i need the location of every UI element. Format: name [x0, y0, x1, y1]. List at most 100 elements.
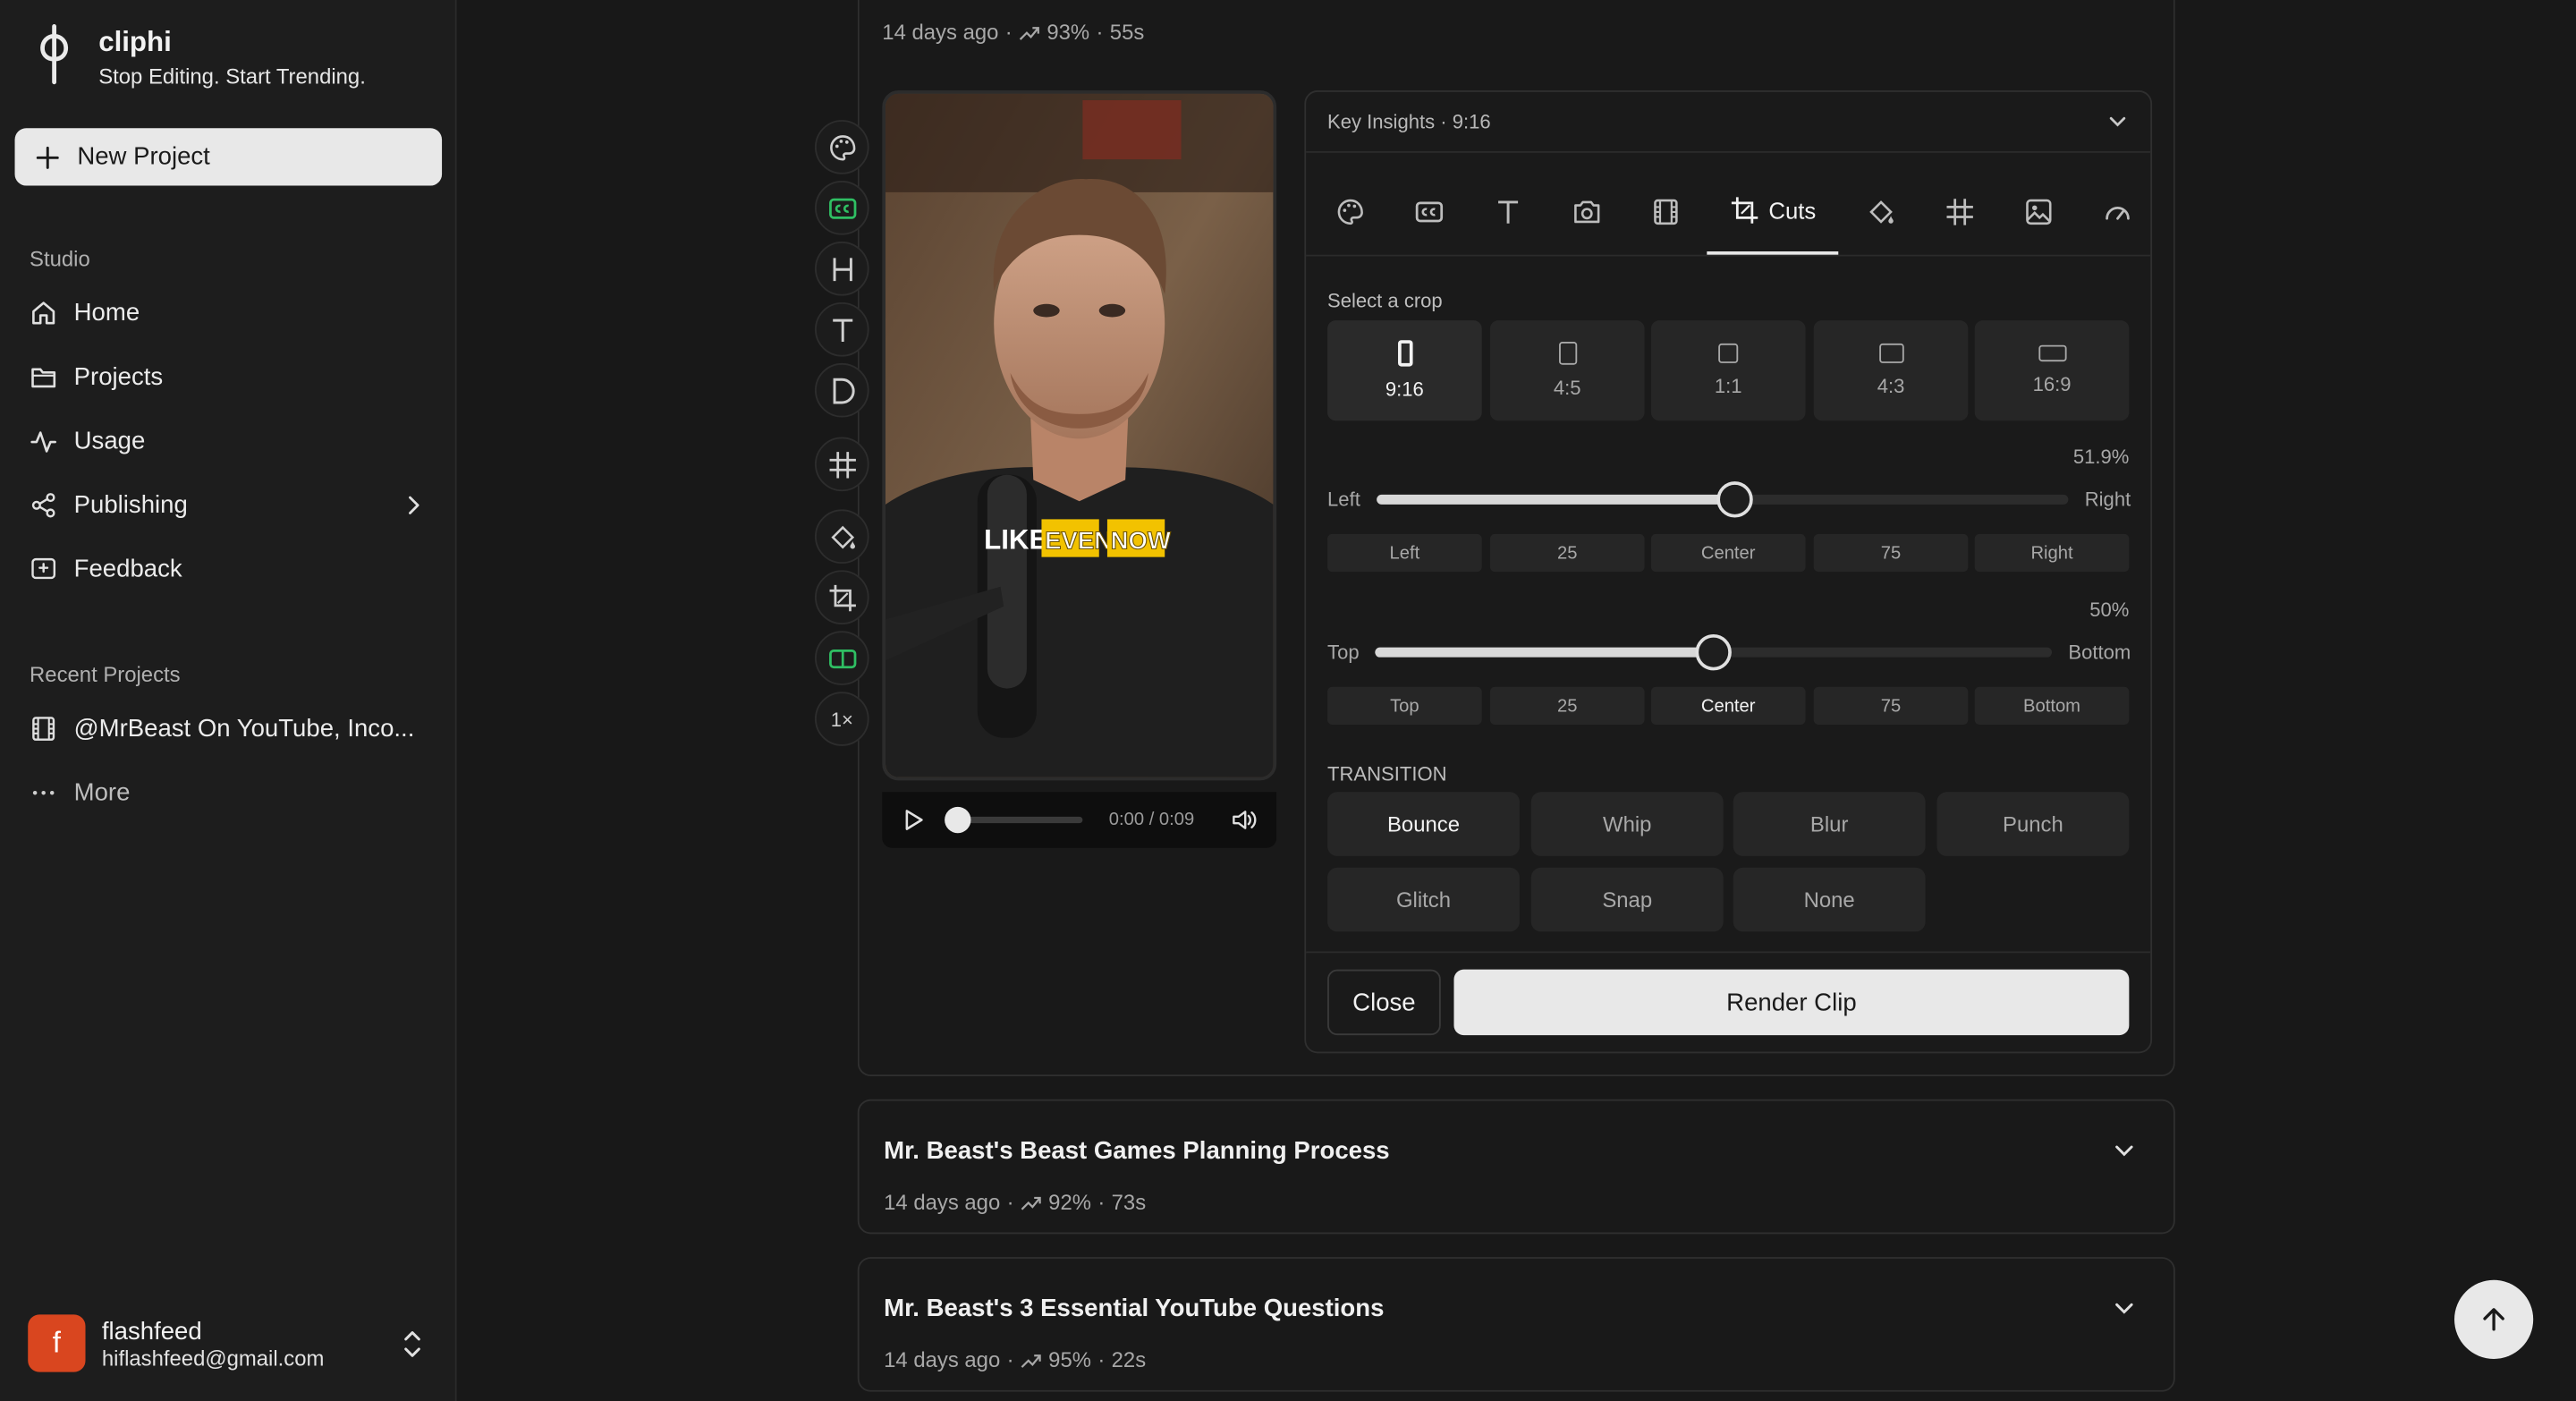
speed-button[interactable]: 1×	[815, 692, 869, 746]
ratio-portrait-icon	[1397, 340, 1412, 367]
recent-project-item[interactable]: @MrBeast On YouTube, Inco...	[30, 715, 427, 743]
horizontal-slider-knob[interactable]	[1717, 481, 1754, 518]
crop-label: 9:16	[1385, 378, 1424, 402]
sidebar-item-feedback[interactable]: Feedback	[30, 556, 427, 583]
h-preset-right[interactable]: Right	[1974, 533, 2130, 573]
crop-option-1-1[interactable]: 1:1	[1650, 320, 1806, 421]
divider	[1306, 951, 2151, 954]
h-preset-center[interactable]: Center	[1650, 533, 1806, 573]
clip-title: Mr. Beast's 3 Essential YouTube Question…	[884, 1295, 1385, 1323]
share-icon	[31, 493, 55, 518]
clip-score: 95%	[1048, 1347, 1091, 1372]
tab-film[interactable]	[1643, 169, 1689, 255]
brand[interactable]: cliphi Stop Editing. Start Trending.	[33, 23, 366, 92]
transition-none[interactable]: None	[1733, 867, 1926, 932]
h-preset-75[interactable]: 75	[1813, 533, 1969, 573]
clip-card[interactable]: Mr. Beast's Beast Games Planning Process…	[857, 1099, 2175, 1235]
tab-cuts[interactable]: Cuts	[1707, 169, 1839, 255]
user-menu[interactable]: f flashfeed hiflashfeed@gmail.com	[28, 1314, 324, 1372]
crop-option-9-16[interactable]: 9:16	[1327, 320, 1482, 421]
v-preset-75[interactable]: 75	[1813, 686, 1969, 725]
folder-icon	[31, 368, 56, 388]
film-icon	[1654, 199, 1678, 225]
sidebar-item-label: Projects	[73, 362, 164, 392]
v-preset-25[interactable]: 25	[1489, 686, 1645, 725]
tab-text[interactable]	[1485, 169, 1530, 255]
activity-icon	[30, 431, 56, 453]
chevron-down-icon[interactable]	[2111, 1137, 2137, 1163]
fill-tool-button[interactable]	[815, 509, 869, 564]
text-icon	[832, 318, 852, 342]
palette-tool-button[interactable]	[815, 120, 869, 174]
clip-age: 14 days ago	[884, 1347, 1001, 1372]
chevron-up-down-icon[interactable]	[399, 1328, 425, 1361]
clip-score: 93%	[1046, 20, 1090, 45]
layout-tool-button[interactable]	[815, 631, 869, 685]
sidebar-item-projects[interactable]: Projects	[30, 363, 427, 391]
tab-camera[interactable]	[1564, 169, 1610, 255]
tab-fill[interactable]	[1858, 169, 1903, 255]
tab-captions[interactable]	[1406, 169, 1452, 255]
render-clip-button[interactable]: Render Clip	[1453, 969, 2130, 1036]
progress-knob[interactable]	[945, 806, 971, 834]
crop-icon	[828, 583, 856, 611]
tab-image[interactable]	[2016, 169, 2062, 255]
video-preview[interactable]: LIKE EVEN NOW	[882, 90, 1277, 781]
d-tool-button[interactable]	[815, 362, 869, 418]
arrow-up-icon	[2483, 1308, 2504, 1331]
caption-word: NOW	[1111, 526, 1171, 554]
v-preset-top[interactable]: Top	[1327, 686, 1482, 725]
clip-duration: 73s	[1111, 1189, 1147, 1215]
clip-age: 14 days ago	[882, 20, 999, 45]
sidebar-item-usage[interactable]: Usage	[30, 428, 427, 455]
chevron-right-icon	[409, 496, 419, 514]
tab-palette[interactable]	[1327, 169, 1373, 255]
video-frame: LIKE EVEN NOW	[885, 93, 1274, 777]
sidebar-item-home[interactable]: Home	[30, 299, 427, 327]
clip-age: 14 days ago	[884, 1189, 1001, 1215]
play-icon[interactable]	[902, 809, 925, 832]
transition-blur[interactable]: Blur	[1733, 792, 1926, 856]
h-preset-left[interactable]: Left	[1327, 533, 1482, 573]
horizontal-percent: 51.9%	[2072, 445, 2130, 469]
tab-speed[interactable]	[2095, 169, 2140, 255]
h-preset-25[interactable]: 25	[1489, 533, 1645, 573]
more-button[interactable]: More	[30, 779, 427, 807]
crop-option-4-3[interactable]: 4:3	[1813, 320, 1969, 421]
transition-whip[interactable]: Whip	[1530, 792, 1724, 856]
text-icon	[1498, 200, 1519, 224]
v-preset-bottom[interactable]: Bottom	[1974, 686, 2130, 725]
clip-score: 92%	[1048, 1189, 1091, 1215]
ratio-landscape-icon	[2038, 344, 2066, 362]
grid-tool-button[interactable]	[815, 437, 869, 492]
v-preset-center[interactable]: Center	[1650, 686, 1806, 725]
vertical-slider[interactable]	[1375, 633, 2053, 671]
crop-tool-button[interactable]	[815, 570, 869, 624]
sidebar-item-label: Home	[73, 299, 140, 327]
close-button[interactable]: Close	[1327, 969, 1441, 1036]
recent-projects-label: Recent Projects	[30, 662, 181, 687]
vertical-slider-knob[interactable]	[1695, 633, 1733, 671]
transition-snap[interactable]: Snap	[1530, 867, 1724, 932]
crop-icon	[1731, 197, 1758, 224]
crop-option-16-9[interactable]: 16:9	[1974, 320, 2130, 421]
heading-tool-button[interactable]	[815, 241, 869, 296]
transition-glitch[interactable]: Glitch	[1327, 867, 1520, 932]
editor-header[interactable]: Key Insights · 9:16	[1306, 92, 2151, 153]
editor-panel: Key Insights · 9:16 Cuts Select a crop 9…	[1304, 90, 2153, 1054]
horizontal-slider[interactable]	[1377, 481, 2069, 518]
clip-card[interactable]: Mr. Beast's 3 Essential YouTube Question…	[857, 1257, 2175, 1392]
transition-punch[interactable]: Punch	[1936, 792, 2130, 856]
crop-option-4-5[interactable]: 4:5	[1489, 320, 1645, 421]
captions-tool-button[interactable]	[815, 181, 869, 235]
new-project-button[interactable]: New Project	[14, 128, 443, 186]
tab-grid[interactable]	[1936, 169, 1982, 255]
transition-bounce[interactable]: Bounce	[1327, 792, 1520, 856]
sidebar-item-publishing[interactable]: Publishing	[30, 491, 427, 519]
volume-icon[interactable]	[1231, 809, 1257, 832]
trend-up-icon	[1021, 1195, 1042, 1210]
scroll-to-top-button[interactable]	[2454, 1279, 2534, 1359]
text-tool-button[interactable]	[815, 301, 869, 357]
chevron-down-icon[interactable]	[2111, 1295, 2137, 1320]
progress-bar[interactable]	[945, 806, 1083, 834]
